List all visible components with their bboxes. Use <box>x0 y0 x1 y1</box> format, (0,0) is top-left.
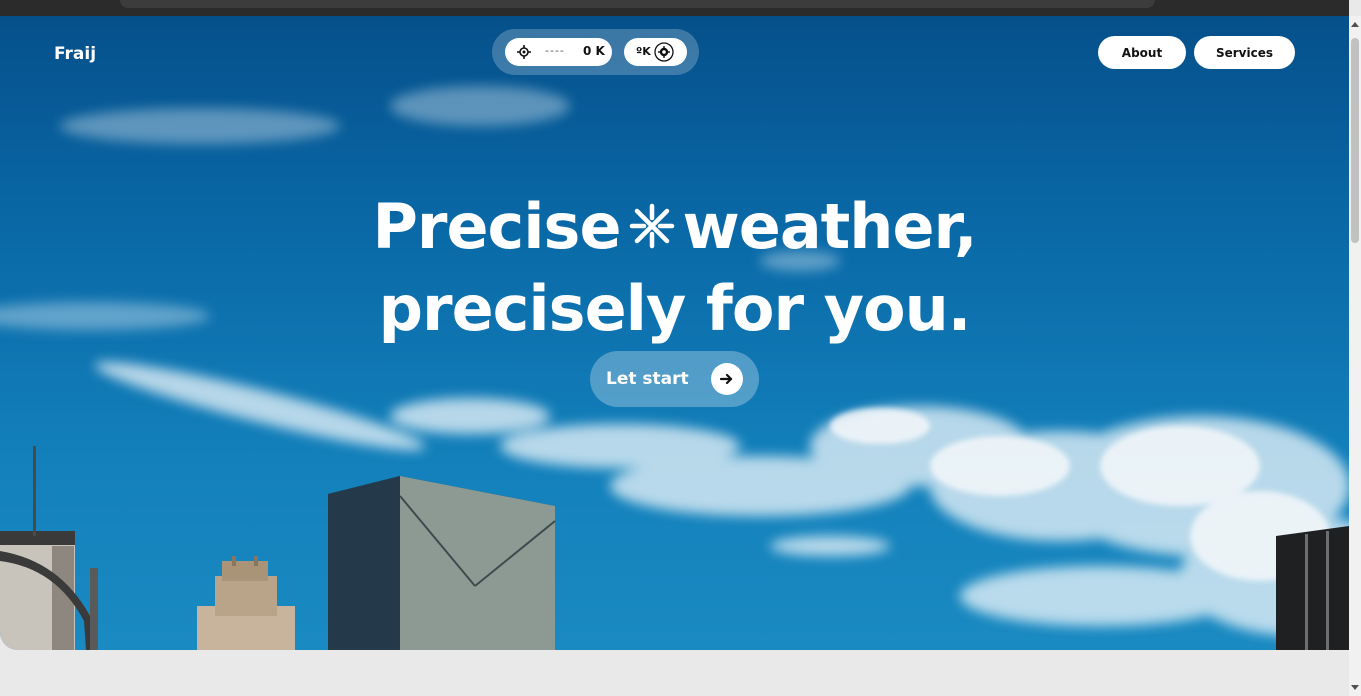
unit-settings-pill[interactable]: ºK <box>624 38 687 66</box>
hero-section: Fraij ---- 0 K ºK About Services Precise… <box>0 16 1349 650</box>
headline-word-weather: weather, <box>682 190 978 263</box>
crosshair-icon[interactable] <box>517 45 531 59</box>
gear-icon[interactable] <box>654 42 674 62</box>
brand-logo[interactable]: Fraij <box>54 44 96 64</box>
let-start-label: Let start <box>606 369 689 389</box>
glass-skyscraper <box>328 476 556 650</box>
let-start-button[interactable]: Let start <box>590 351 759 407</box>
services-button[interactable]: Services <box>1194 36 1295 69</box>
sparkle-icon <box>629 203 674 249</box>
left-tower-building <box>0 446 98 650</box>
scroll-up-arrow-icon[interactable] <box>1351 22 1359 27</box>
cta-arrow-circle[interactable] <box>711 363 743 395</box>
right-dark-building <box>1276 526 1349 650</box>
stone-building <box>197 556 295 650</box>
scrollbar-thumb[interactable] <box>1351 38 1359 243</box>
arrow-right-icon <box>719 373 733 385</box>
page-scrollbar[interactable] <box>1349 16 1361 696</box>
unit-label: ºK <box>636 45 651 58</box>
headline-word-precise: Precise <box>372 190 621 263</box>
location-temperature-pill[interactable]: ---- 0 K <box>505 38 612 66</box>
browser-top-bar <box>0 0 1349 16</box>
headline-line-2: precisely for you. <box>378 272 972 345</box>
temperature-value: 0 K <box>583 44 605 58</box>
hero-headline: Precise weather, precisely for you. <box>0 186 1349 350</box>
scroll-down-arrow-icon[interactable] <box>1351 685 1359 690</box>
headline-line-1: Precise weather, <box>0 186 1349 268</box>
location-placeholder: ---- <box>545 44 565 57</box>
location-widget: ---- 0 K ºK <box>492 29 699 75</box>
browser-address-strip <box>120 0 1155 8</box>
about-button[interactable]: About <box>1098 36 1186 69</box>
